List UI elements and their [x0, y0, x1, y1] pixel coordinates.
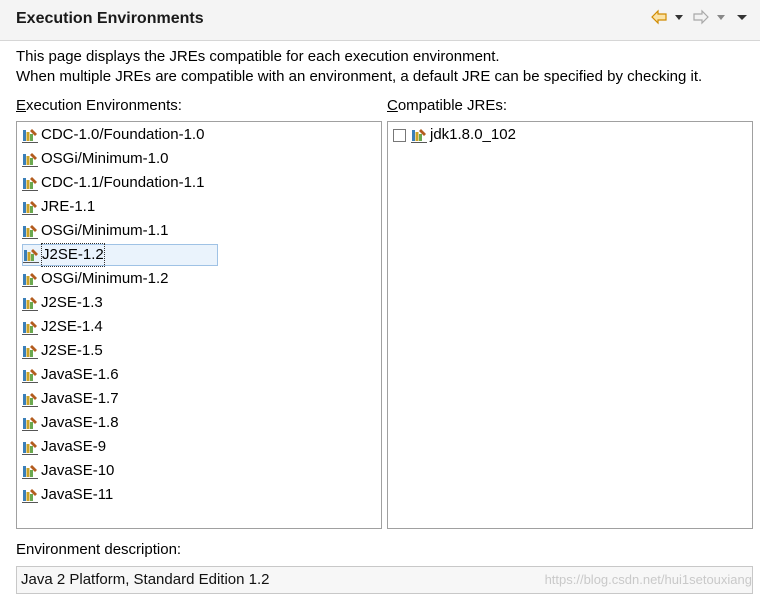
library-icon	[22, 367, 38, 383]
page-header: Execution Environments	[0, 0, 760, 41]
library-icon	[22, 223, 38, 239]
library-icon	[22, 487, 38, 503]
forward-arrow-icon[interactable]	[692, 8, 710, 26]
environment-item[interactable]: J2SE-1.3	[22, 292, 103, 314]
environment-item-label: J2SE-1.5	[41, 342, 103, 359]
back-dropdown-icon[interactable]	[673, 8, 685, 26]
forward-dropdown-icon[interactable]	[715, 8, 727, 26]
environment-item-label: J2SE-1.2	[41, 243, 105, 267]
environment-item-label: JavaSE-1.8	[41, 414, 119, 431]
compatible-jres-label: Compatible JREs:	[387, 97, 508, 114]
environment-item-label: OSGi/Minimum-1.0	[41, 150, 169, 167]
environment-item[interactable]: J2SE-1.4	[22, 316, 103, 338]
library-icon	[22, 271, 38, 287]
execution-environments-list[interactable]: CDC-1.0/Foundation-1.0 OSGi/Minimum-1.0 CD…	[16, 121, 382, 529]
library-icon	[22, 199, 38, 215]
environment-item-label: OSGi/Minimum-1.1	[41, 222, 169, 239]
environment-item-label: JRE-1.1	[41, 198, 96, 215]
library-icon	[22, 175, 38, 191]
environments-label: Execution Environments:	[16, 97, 182, 114]
library-icon	[23, 247, 39, 263]
environment-item[interactable]: JavaSE-11	[22, 484, 113, 506]
environment-item-label: JavaSE-1.6	[41, 366, 119, 383]
jre-item[interactable]: jdk1.8.0_102	[393, 124, 516, 146]
environment-description-label: Environment description:	[16, 541, 182, 558]
environment-item[interactable]: JavaSE-1.6	[22, 364, 119, 386]
jre-item-label: jdk1.8.0_102	[430, 126, 516, 143]
library-icon	[22, 463, 38, 479]
environment-item-label: CDC-1.0/Foundation-1.0	[41, 126, 205, 143]
library-icon	[22, 391, 38, 407]
library-icon	[411, 127, 427, 143]
library-icon	[22, 151, 38, 167]
environment-item-label: JavaSE-10	[41, 462, 115, 479]
environment-item[interactable]: OSGi/Minimum-1.0	[22, 148, 169, 170]
environment-item-label: JavaSE-1.7	[41, 390, 119, 407]
environment-item[interactable]: J2SE-1.2	[22, 243, 218, 267]
environment-item[interactable]: CDC-1.1/Foundation-1.1	[22, 172, 204, 194]
page-description-line2: When multiple JREs are compatible with a…	[16, 68, 703, 85]
library-icon	[22, 295, 38, 311]
environment-item[interactable]: J2SE-1.5	[22, 340, 103, 362]
library-icon	[22, 415, 38, 431]
library-icon	[22, 319, 38, 335]
library-icon	[22, 127, 38, 143]
environment-item[interactable]: JavaSE-10	[22, 460, 114, 482]
library-icon	[22, 439, 38, 455]
watermark: https://blog.csdn.net/hui1setouxiang	[544, 572, 752, 587]
environment-item[interactable]: CDC-1.0/Foundation-1.0	[22, 124, 204, 146]
page-title: Execution Environments	[16, 10, 204, 27]
environment-item-label: JavaSE-9	[41, 438, 107, 455]
environment-item-label: CDC-1.1/Foundation-1.1	[41, 174, 205, 191]
environment-item-label: J2SE-1.4	[41, 318, 103, 335]
library-icon	[22, 343, 38, 359]
environment-item[interactable]: JRE-1.1	[22, 196, 95, 218]
environment-item[interactable]: OSGi/Minimum-1.2	[22, 268, 169, 290]
jre-checkbox[interactable]	[393, 128, 406, 142]
environment-item-label: JavaSE-11	[41, 486, 114, 503]
view-menu-icon[interactable]	[736, 8, 748, 26]
compatible-jres-list[interactable]: jdk1.8.0_102	[387, 121, 753, 529]
environment-item[interactable]: JavaSE-1.7	[22, 388, 119, 410]
environment-item-label: OSGi/Minimum-1.2	[41, 270, 169, 287]
environment-item[interactable]: OSGi/Minimum-1.1	[22, 220, 169, 242]
page-description-line1: This page displays the JREs compatible f…	[16, 48, 500, 65]
environment-item[interactable]: JavaSE-9	[22, 436, 106, 458]
environment-item[interactable]: JavaSE-1.8	[22, 412, 119, 434]
back-arrow-icon[interactable]	[650, 8, 668, 26]
environment-item-label: J2SE-1.3	[41, 294, 103, 311]
